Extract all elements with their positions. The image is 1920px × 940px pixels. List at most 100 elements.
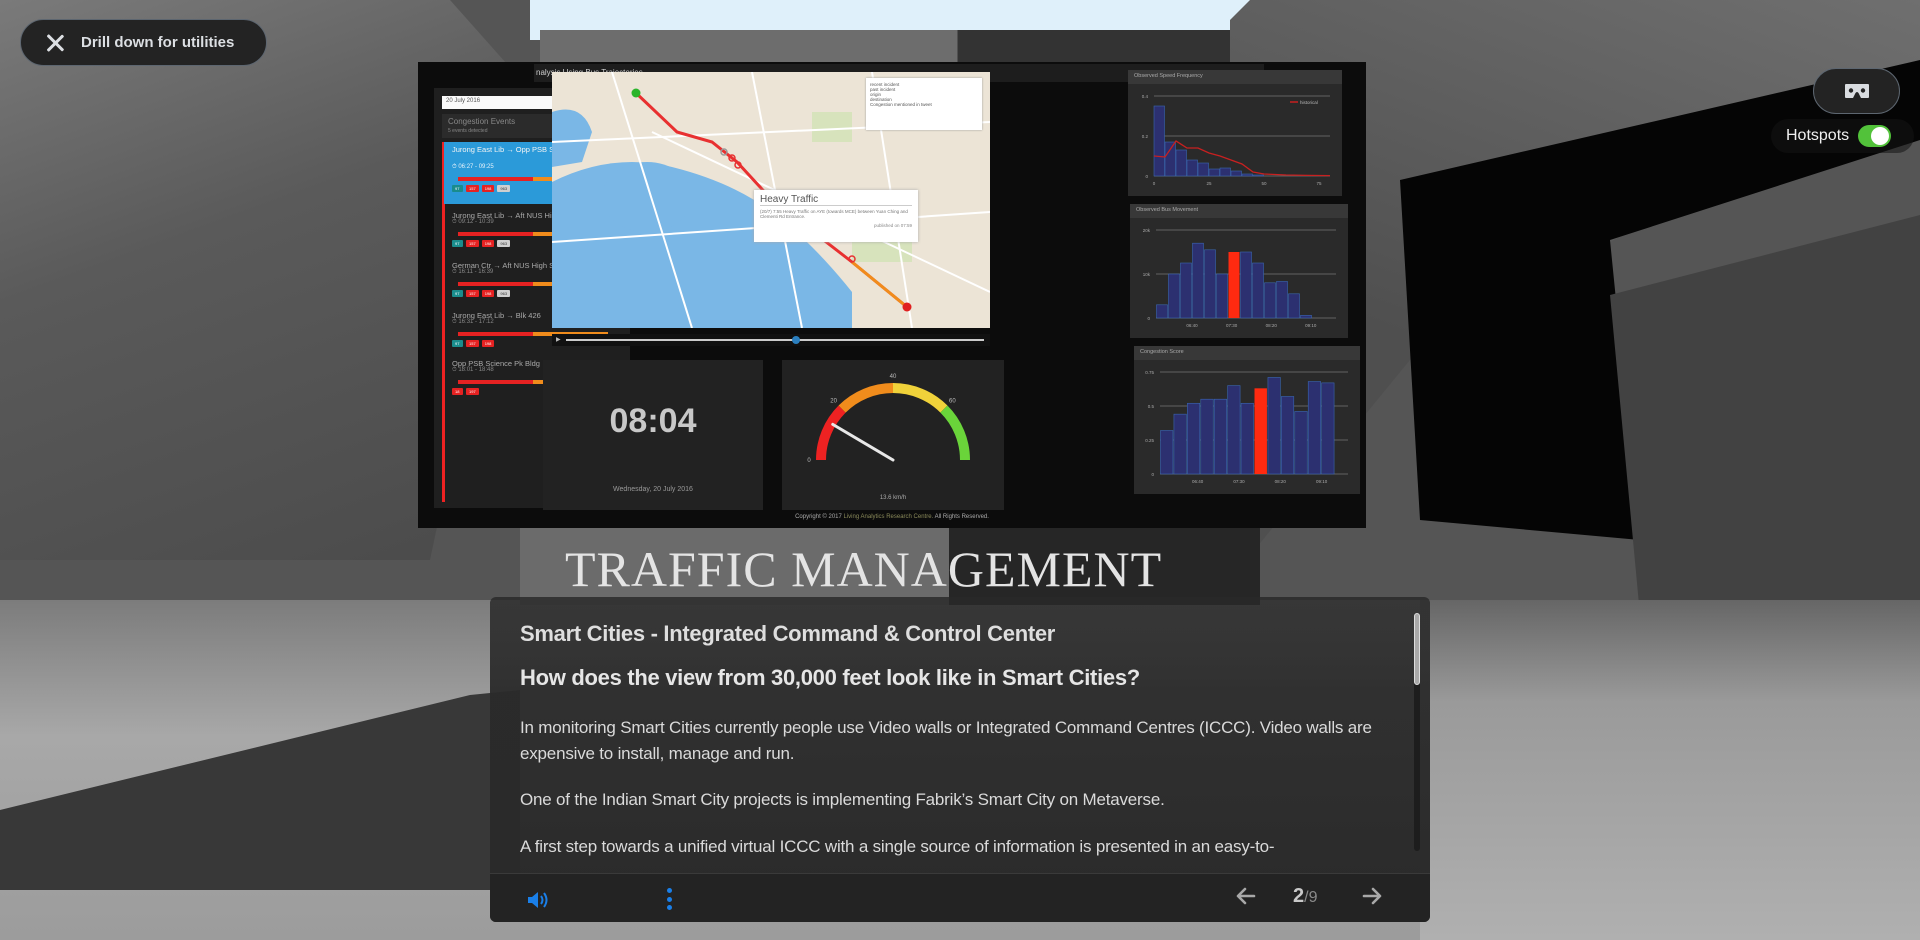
playback-knob[interactable] <box>791 336 800 344</box>
popup-body: (20/7) 7:55 Heavy Traffic on AYE (toward… <box>760 209 908 219</box>
clock-date: Wednesday, 20 July 2016 <box>613 486 693 493</box>
chart-bar <box>1204 249 1216 319</box>
x-tick-label: 07:30 <box>1226 323 1238 328</box>
audio-button[interactable] <box>526 889 552 911</box>
histogram-bar <box>1197 162 1209 177</box>
bus-service-tag: 197 <box>466 388 479 395</box>
chart-bar <box>1281 396 1295 475</box>
histogram-bar <box>1186 159 1198 177</box>
more-options-button[interactable] <box>665 888 673 910</box>
hotspots-label: Hotspots <box>1786 127 1850 144</box>
histogram-bar <box>1230 170 1242 177</box>
speed-frequency-chart: 0 0.2 0.4 historical 0 25 50 75 <box>1142 94 1331 186</box>
chart-title: Congestion Score <box>1134 346 1360 360</box>
chart-title: Observed Speed Frequency <box>1128 70 1342 84</box>
event-time: ⏱ 16:31 - 17:12 <box>452 319 494 325</box>
chart-bar <box>1173 413 1187 475</box>
vr-headset-icon <box>1844 84 1869 98</box>
hotspots-toggle[interactable] <box>1858 125 1892 147</box>
histogram-bar <box>1175 149 1187 177</box>
more-vertical-icon-dot <box>666 888 672 893</box>
info-paragraph: In monitoring Smart Cities currently peo… <box>520 718 1372 763</box>
y-tick-label: 0.4 <box>1142 94 1149 99</box>
event-time: ⏱ 09:12 - 10:39 <box>452 219 494 225</box>
gauge-value-label: 13.6 km/h <box>879 495 907 501</box>
info-scrollbar[interactable] <box>1414 613 1420 851</box>
info-content[interactable]: Smart Cities - Integrated Command & Cont… <box>520 597 1400 873</box>
play-icon[interactable]: ▶ <box>556 336 561 343</box>
x-tick-label: 0 <box>1153 181 1156 186</box>
chart-bar <box>1213 398 1227 475</box>
traffic-dashboard-screen[interactable]: nalysis Using Bus Trajectories 20 July 2… <box>418 62 1366 528</box>
info-footer: 2/9 <box>490 873 1430 922</box>
y-tick-label: 0.25 <box>1145 438 1154 443</box>
speed-gauge-panel: 0 20 40 60 13.6 km/h <box>782 360 1004 510</box>
info-title: Smart Cities - Integrated Command & Cont… <box>520 621 1056 646</box>
destination-marker <box>902 302 912 312</box>
bus-service-tag: 198 <box>481 185 495 192</box>
chart-bar <box>1228 252 1240 318</box>
bus-service-tag: 198 <box>481 240 495 247</box>
dashboard-copyright: Copyright © 2017 Living Analytics Resear… <box>418 514 1366 520</box>
total-pages: 9 <box>1308 889 1318 906</box>
event-time: ⏱ 06:27 - 09:25 <box>452 164 494 170</box>
bus-service-tag: 97 <box>452 340 463 347</box>
histogram-bar <box>1219 167 1231 177</box>
y-tick-label: 0 <box>1147 316 1150 321</box>
info-card: Smart Cities - Integrated Command & Cont… <box>490 597 1430 922</box>
copyright-suffix: All Rights Reserved. <box>934 514 989 520</box>
x-tick-label: 25 <box>1206 181 1212 186</box>
right-wall <box>1610 215 1920 615</box>
chart-bar <box>1300 315 1312 319</box>
chart-bar <box>1240 402 1254 475</box>
speed-gauge: 0 20 40 60 <box>807 374 970 464</box>
previous-page-button[interactable] <box>1234 884 1258 908</box>
playback-slider[interactable]: ▶ <box>552 334 990 346</box>
congestion-score-chart-panel: Congestion Score 0 0.25 0.5 0.75 06:40 07:30 0… <box>1134 346 1360 494</box>
chart-title: Observed Bus Movement <box>1130 204 1348 218</box>
x-tick-label: 09:10 <box>1305 323 1317 328</box>
x-tick-label: 75 <box>1316 181 1322 186</box>
bus-service-tag: 157 <box>466 240 479 247</box>
chart-bar <box>1216 273 1228 319</box>
bus-service-tag: 963 <box>497 185 511 192</box>
scrollbar-thumb[interactable] <box>1414 613 1420 685</box>
drill-down-label: Drill down for utilities <box>81 34 235 51</box>
x-tick-label: 07:30 <box>1233 479 1245 484</box>
y-tick-label: 20k <box>1143 228 1151 233</box>
bus-service-tag: 157 <box>466 185 479 192</box>
congestion-score-chart: 0 0.25 0.5 0.75 06:40 07:30 08:20 09:10 <box>1145 370 1348 484</box>
x-tick-label: 08:20 <box>1266 323 1278 328</box>
vr-mode-button[interactable] <box>1813 68 1900 114</box>
gauge-band <box>940 405 970 461</box>
map-lake <box>602 162 692 232</box>
chart-bar <box>1192 242 1204 319</box>
clock-time: 08:04 <box>609 402 697 440</box>
bus-service-tag: 963 <box>497 290 511 297</box>
next-page-button[interactable] <box>1360 884 1384 908</box>
events-title: Congestion Events <box>448 117 516 126</box>
y-tick-label: 0.75 <box>1145 370 1154 375</box>
event-bus-tags: 97 157 198 963 <box>452 185 511 192</box>
x-tick-label: 06:40 <box>1186 323 1198 328</box>
chart-bar <box>1187 402 1201 475</box>
histogram-bar <box>1164 141 1176 177</box>
chart-bar <box>1160 430 1174 475</box>
hotspots-control: Hotspots <box>1771 119 1914 153</box>
playback-track[interactable] <box>566 339 984 341</box>
traffic-management-sign: TRAFFIC MANAGEMENT <box>565 541 1163 597</box>
y-tick-label: 0 <box>1151 472 1154 477</box>
bus-service-tag: 18 <box>452 388 463 395</box>
chart-bar <box>1276 281 1288 319</box>
bus-service-tag: 157 <box>466 340 479 347</box>
bus-service-tag: 157 <box>466 290 479 297</box>
route-map[interactable]: recent incident past incident origin des… <box>552 72 990 328</box>
y-tick-label: 0.2 <box>1142 134 1149 139</box>
y-tick-label: 0.5 <box>1148 404 1155 409</box>
drill-down-button[interactable]: Drill down for utilities <box>20 19 267 66</box>
y-tick-label: 10k <box>1143 272 1151 277</box>
map-legend: recent incident past incident origin des… <box>866 78 982 130</box>
chart-bar <box>1264 282 1276 319</box>
close-icon <box>45 33 65 53</box>
x-tick-label: 50 <box>1261 181 1267 186</box>
